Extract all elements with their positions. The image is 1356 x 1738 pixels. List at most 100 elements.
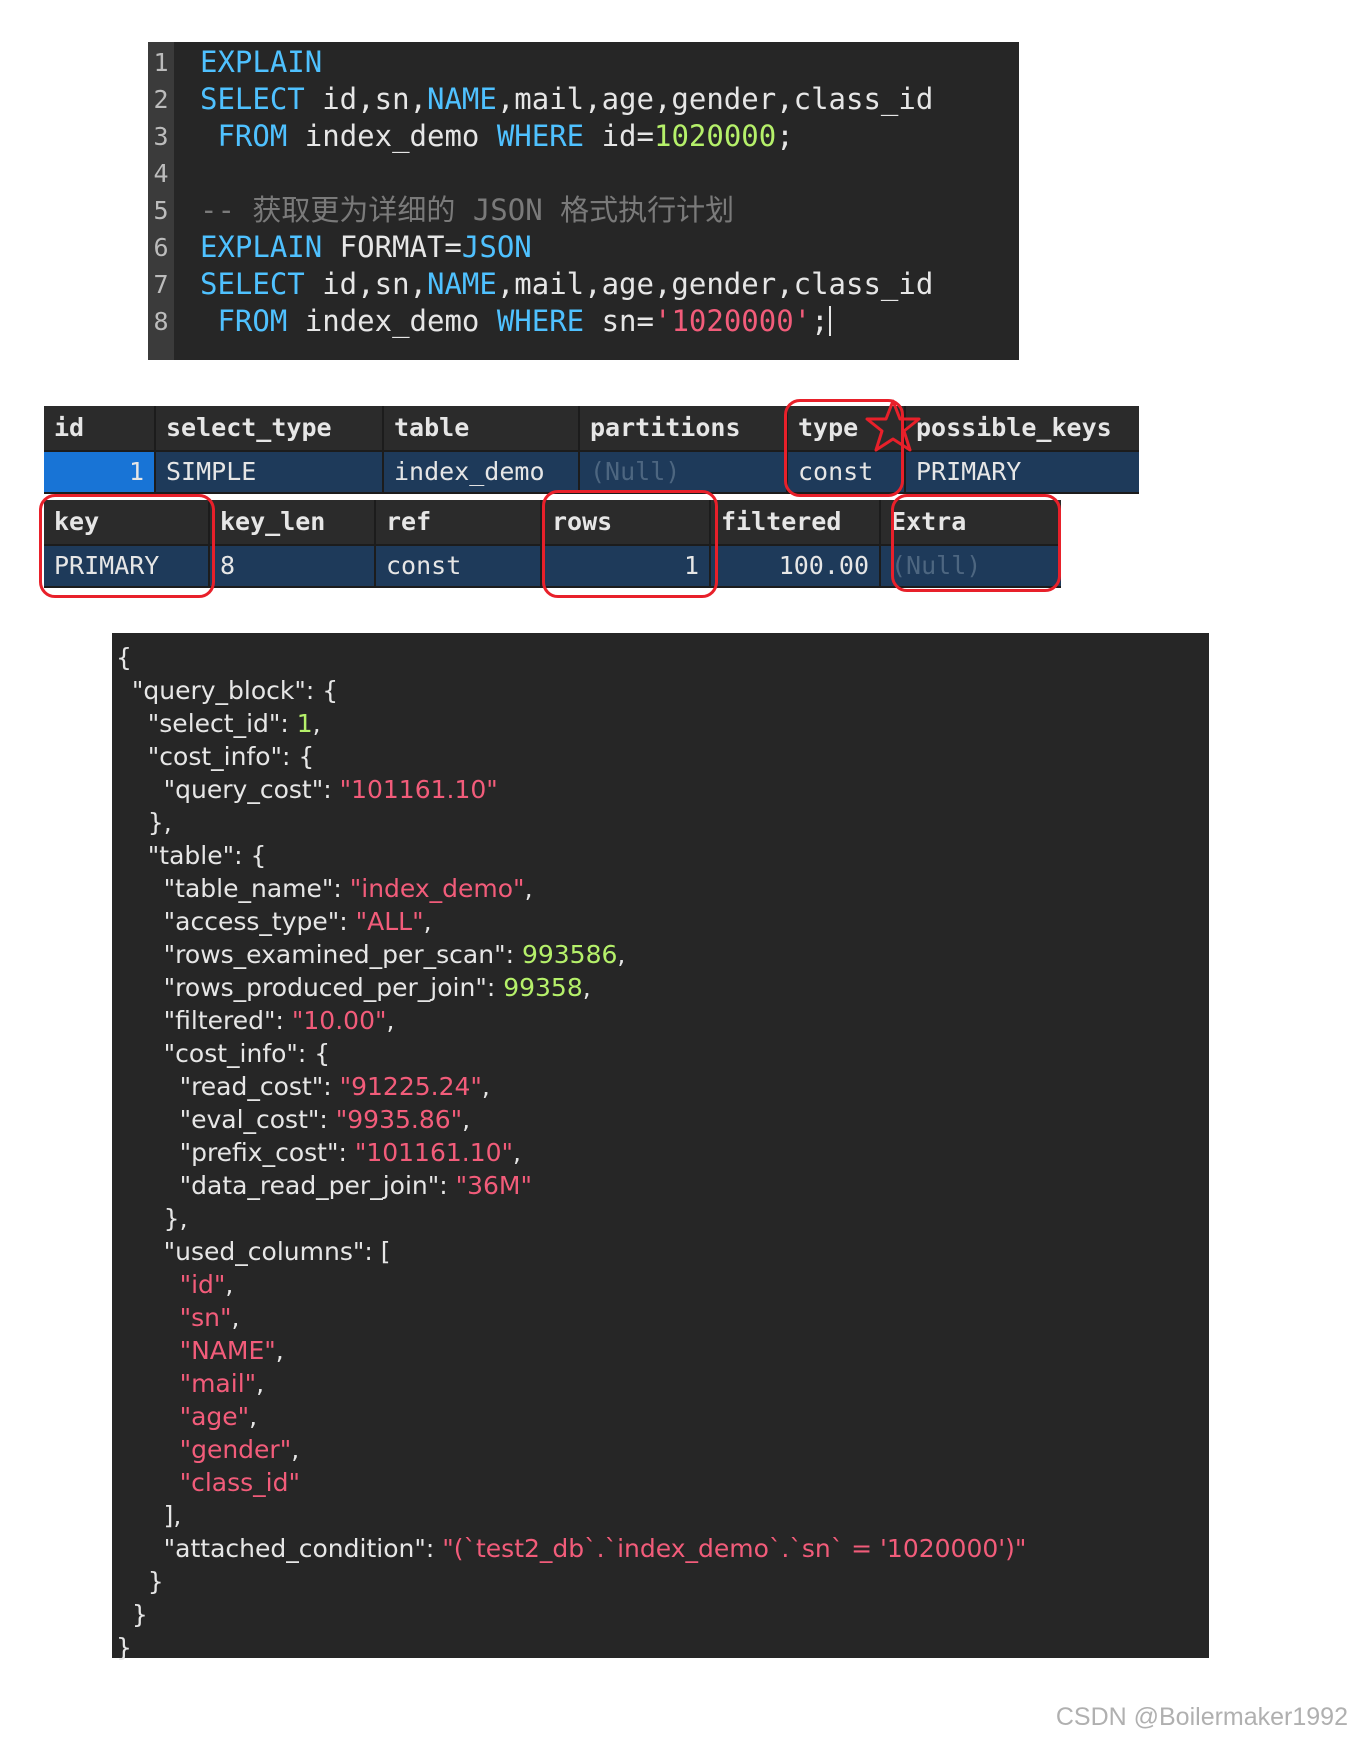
code-token: 1 <box>296 709 313 738</box>
code-token: , <box>423 907 432 936</box>
code-line: "query_cost": "101161.10" <box>116 773 498 806</box>
code-line: "gender", <box>116 1433 300 1466</box>
code-token: "36M" <box>455 1171 533 1200</box>
code-token: "read_cost": <box>116 1072 340 1101</box>
code-token: , <box>275 1336 284 1365</box>
code-token: ], <box>116 1501 182 1530</box>
code-token: "class_id" <box>179 1468 300 1497</box>
code-token: "101161.10" <box>339 775 498 804</box>
line-number: 2 <box>153 85 169 114</box>
code-token: NAME <box>426 82 497 116</box>
code-token: ,mail,age,gender,class_id <box>496 82 934 116</box>
cell-ref[interactable]: const <box>376 546 540 586</box>
code-token: "eval_cost": <box>116 1105 336 1134</box>
code-token: , <box>256 1369 265 1398</box>
json-output-viewer[interactable]: { "query_block": { "select_id": 1, "cost… <box>112 633 1209 1662</box>
code-line: "used_columns": [ <box>116 1235 391 1268</box>
highlight-rows-column <box>542 490 718 598</box>
code-token: , <box>481 1072 490 1101</box>
code-line: "data_read_per_join": "36M" <box>116 1169 532 1202</box>
code-token: "table_name": <box>116 874 350 903</box>
code-line: "select_id": 1, <box>116 707 321 740</box>
code-token: }, <box>116 1204 188 1233</box>
column-header-partitions[interactable]: partitions <box>580 406 786 450</box>
code-token: "select_id": <box>116 709 297 738</box>
code-token: FORMAT= <box>322 230 462 264</box>
code-token: id= <box>584 119 654 153</box>
code-line: } <box>116 1631 132 1664</box>
cell-id[interactable]: 1 <box>44 452 154 492</box>
code-token: "data_read_per_join": <box>116 1171 456 1200</box>
code-token: , <box>513 1138 521 1167</box>
code-token: ; <box>776 119 794 153</box>
code-token: , <box>312 709 321 738</box>
code-token: "cost_info": { <box>116 1039 331 1068</box>
code-token: 99358 <box>503 973 583 1002</box>
code-token: "9935.86" <box>335 1105 463 1134</box>
code-line: SELECT id,sn,NAME,mail,age,gender,class_… <box>200 266 933 303</box>
code-line: "eval_cost": "9935.86", <box>116 1103 471 1136</box>
code-token: "cost_info": { <box>116 742 315 771</box>
code-line: "read_cost": "91225.24", <box>116 1070 490 1103</box>
code-token: SELECT <box>200 267 305 301</box>
explain-result-grid-top: id select_type table partitions type pos… <box>44 406 1139 494</box>
code-token: "sn" <box>179 1303 232 1332</box>
code-token: "prefix_cost": <box>116 1138 355 1167</box>
code-token: "query_block": { <box>116 676 339 705</box>
cell-possible-keys[interactable]: PRIMARY <box>906 452 1139 492</box>
code-line: { <box>116 641 132 674</box>
code-token: , <box>291 1435 300 1464</box>
code-token: , <box>582 973 591 1002</box>
column-header-filtered[interactable]: filtered <box>711 500 879 544</box>
cell-partitions[interactable]: (Null) <box>580 452 786 492</box>
column-header-key-len[interactable]: key_len <box>210 500 374 544</box>
code-line: } <box>116 1598 148 1631</box>
column-header-id[interactable]: id <box>44 406 154 450</box>
code-token: ,mail,age,gender,class_id <box>496 267 934 301</box>
code-token: "rows_produced_per_join": <box>116 973 504 1002</box>
code-token: EXPLAIN <box>200 45 323 79</box>
code-token: } <box>116 1567 164 1596</box>
column-header-table[interactable]: table <box>384 406 578 450</box>
code-line: "access_type": "ALL", <box>116 905 432 938</box>
cell-key-len[interactable]: 8 <box>210 546 374 586</box>
code-token: , <box>524 874 533 903</box>
code-token: sn= <box>584 304 654 338</box>
code-line: }, <box>116 806 172 839</box>
code-token: , <box>231 1303 240 1332</box>
sql-editor[interactable]: 1 2 3 4 5 6 7 8 EXPLAIN SELECT id,sn,NAME… <box>148 42 1019 360</box>
code-line: "age", <box>116 1400 258 1433</box>
code-line: "id", <box>116 1268 234 1301</box>
code-token: , <box>386 1006 395 1035</box>
cell-table[interactable]: index_demo <box>384 452 578 492</box>
code-token: "table": { <box>116 841 267 870</box>
code-line: -- 获取更为详细的 JSON 格式执行计划 <box>200 192 734 229</box>
column-header-ref[interactable]: ref <box>376 500 540 544</box>
code-token: "filtered": <box>116 1006 292 1035</box>
code-line: } <box>116 1565 164 1598</box>
code-token: "access_type": <box>116 907 356 936</box>
code-token: , <box>617 940 626 969</box>
code-token: "mail" <box>179 1369 257 1398</box>
code-line: "cost_info": { <box>116 740 315 773</box>
code-token: "NAME" <box>179 1336 276 1365</box>
code-token: ; <box>811 304 829 338</box>
column-header-select-type[interactable]: select_type <box>156 406 382 450</box>
star-icon <box>865 399 921 452</box>
column-header-possible-keys[interactable]: possible_keys <box>906 406 1139 450</box>
cell-filtered[interactable]: 100.00 <box>711 546 879 586</box>
watermark: CSDN @Boilermaker1992 <box>1055 1703 1348 1731</box>
cell-select-type[interactable]: SIMPLE <box>156 452 382 492</box>
code-line: "rows_examined_per_scan": 993586, <box>116 938 626 971</box>
code-token: } <box>116 1600 148 1629</box>
code-line: ], <box>116 1499 182 1532</box>
code-token: id,sn, <box>304 267 427 301</box>
code-token: WHERE <box>496 119 585 153</box>
code-token: 1020000 <box>653 119 777 153</box>
